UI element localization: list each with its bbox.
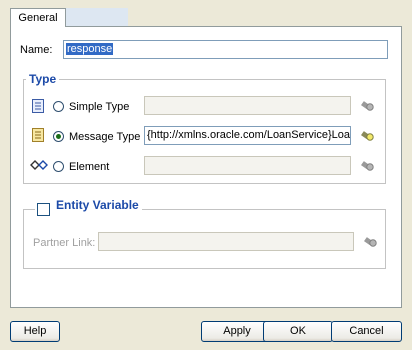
name-input[interactable]: response xyxy=(63,40,388,59)
cancel-button[interactable]: Cancel xyxy=(331,321,402,342)
message-type-field-value: {http://xmlns.oracle.com/LoanService}Loa xyxy=(147,129,351,141)
simple-type-label-text: Simple Type xyxy=(69,101,130,113)
message-type-label: Message Type xyxy=(69,130,140,144)
entity-variable-title: Entity Variable xyxy=(53,198,142,212)
message-type-field[interactable]: {http://xmlns.oracle.com/LoanService}Loa xyxy=(144,126,351,145)
flashlight-icon[interactable] xyxy=(360,128,374,142)
simple-type-radio[interactable] xyxy=(53,101,64,112)
element-label-text: Element xyxy=(69,161,110,173)
help-button[interactable]: Help xyxy=(10,321,60,342)
partner-link-field[interactable] xyxy=(98,232,354,251)
ok-button-label: OK xyxy=(290,325,306,337)
help-button-label: Help xyxy=(23,325,47,337)
message-type-label-text: Message Type xyxy=(69,131,141,143)
simple-type-field[interactable] xyxy=(144,96,351,115)
tab-general[interactable]: General xyxy=(10,8,66,27)
partner-link-label: Partner Link: xyxy=(33,236,95,250)
name-label: Name: xyxy=(20,43,52,57)
element-icon xyxy=(30,160,48,170)
message-type-icon xyxy=(32,128,44,142)
flashlight-icon[interactable] xyxy=(363,234,377,248)
name-label-text: Name: xyxy=(20,44,53,56)
name-input-value: response xyxy=(66,43,114,55)
entity-variable-checkbox[interactable] xyxy=(37,203,50,216)
type-group-title: Type xyxy=(26,72,60,86)
cancel-button-label: Cancel xyxy=(349,325,384,337)
tab-general-label: General xyxy=(18,12,58,24)
simple-type-label: Simple Type xyxy=(69,100,129,114)
message-type-radio[interactable] xyxy=(53,131,64,142)
element-field[interactable] xyxy=(144,156,351,175)
apply-button-label: Apply xyxy=(223,325,251,337)
flashlight-icon[interactable] xyxy=(360,98,374,112)
tab-strip-background xyxy=(66,8,128,26)
simple-type-icon xyxy=(32,99,44,113)
partner-link-label-text: Partner Link: xyxy=(33,237,96,249)
ok-button[interactable]: OK xyxy=(263,321,333,342)
element-radio[interactable] xyxy=(53,161,64,172)
flashlight-icon[interactable] xyxy=(360,158,374,172)
element-label: Element xyxy=(69,160,109,174)
